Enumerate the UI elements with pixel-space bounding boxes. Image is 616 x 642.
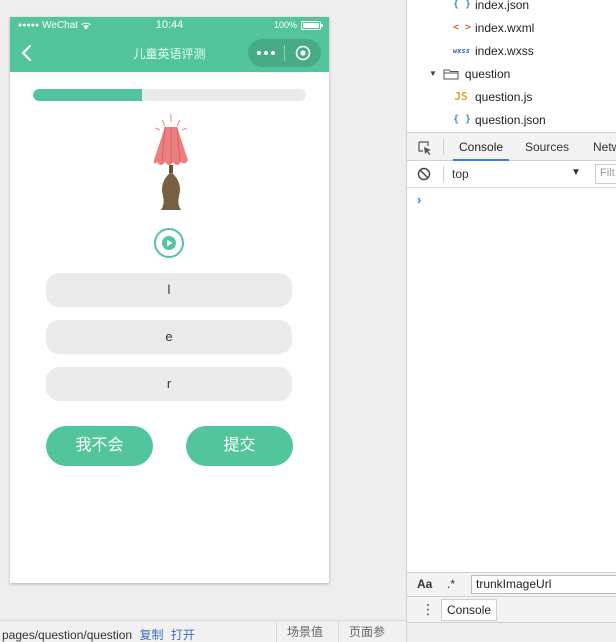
file-name: question.json: [475, 113, 546, 127]
toolbar-divider: [443, 166, 444, 182]
file-name: index.wxss: [475, 44, 534, 58]
context-selector[interactable]: top: [452, 167, 469, 181]
file-index-json[interactable]: { } index.json: [453, 0, 529, 15]
answer-option-2[interactable]: e: [46, 320, 292, 354]
dont-know-button[interactable]: 我不会: [46, 426, 153, 466]
panel-footer: [407, 622, 616, 642]
file-index-wxml[interactable]: < > index.wxml: [453, 18, 534, 38]
page-path: pages/question/question 复制 打开: [2, 626, 195, 642]
progress-fill: [33, 89, 143, 101]
copy-link[interactable]: 复制: [139, 628, 163, 642]
status-right: 100%: [273, 20, 323, 30]
tab-console[interactable]: Console: [453, 133, 510, 161]
drawer-bar: ⋮ Console: [407, 596, 616, 622]
console-prompt-icon[interactable]: ›: [417, 192, 421, 207]
answer-option-1[interactable]: l: [46, 273, 292, 307]
wxml-file-icon: < >: [453, 22, 472, 33]
match-case-toggle[interactable]: Aa: [417, 577, 432, 591]
tab-sources[interactable]: Sources: [519, 133, 575, 161]
devtools-panel: { } index.json < > index.wxml wxss index…: [406, 0, 616, 642]
status-bar: ●●●●● WeChat 10:44 100%: [10, 17, 329, 35]
battery-percent: 100%: [273, 20, 297, 30]
search-bar: Aa .* trunkImageUrl: [407, 572, 616, 596]
file-name: index.json: [475, 0, 530, 12]
file-question-json[interactable]: { } question.json: [453, 110, 546, 130]
folder-question[interactable]: ▼ question: [429, 64, 510, 84]
js-file-icon: JS: [454, 90, 468, 103]
page-params-tab[interactable]: 页面参数: [338, 621, 406, 642]
play-audio-icon[interactable]: [153, 227, 185, 259]
answer-option-3[interactable]: r: [46, 367, 292, 401]
filter-input[interactable]: Filt: [595, 164, 616, 184]
lamp-image: [153, 114, 188, 210]
regex-toggle[interactable]: .*: [447, 577, 455, 591]
nav-bar: 儿童英语评测: [10, 35, 329, 72]
mini-program-capsule: [248, 39, 321, 67]
wxss-file-icon: wxss: [453, 47, 470, 55]
file-name: index.wxml: [475, 21, 535, 35]
console-toolbar: top ▼ Filt: [407, 161, 616, 188]
dropdown-arrow-icon[interactable]: ▼: [571, 167, 581, 178]
drawer-tab-console[interactable]: Console: [441, 599, 498, 621]
file-index-wxss[interactable]: wxss index.wxss: [453, 41, 534, 61]
json-file-icon: { }: [453, 0, 472, 10]
folder-name: question: [464, 67, 511, 81]
clear-console-icon[interactable]: [417, 167, 431, 181]
file-name: question.js: [475, 90, 533, 104]
phone-header: ●●●●● WeChat 10:44 100% 儿童英语评测: [10, 17, 329, 72]
json-file-icon: { }: [453, 114, 472, 125]
phone-screen: ●●●●● WeChat 10:44 100% 儿童英语评测 l e r 我不会…: [10, 17, 329, 583]
file-question-js[interactable]: JS question.js: [453, 87, 532, 107]
open-link[interactable]: 打开: [171, 628, 195, 642]
search-input[interactable]: trunkImageUrl: [471, 575, 616, 594]
inspect-element-icon[interactable]: [417, 140, 433, 156]
more-dots-icon[interactable]: [248, 39, 284, 67]
simulator-area: ●●●●● WeChat 10:44 100% 儿童英语评测 l e r 我不会…: [0, 0, 406, 620]
simulator-footer: pages/question/question 复制 打开 场景值 页面参数: [0, 620, 406, 642]
submit-button[interactable]: 提交: [186, 426, 293, 466]
close-circle-icon[interactable]: [285, 39, 321, 67]
expand-triangle-icon[interactable]: ▼: [429, 64, 437, 84]
battery-icon: [301, 20, 323, 30]
progress-bar: [33, 89, 306, 101]
file-tree: { } index.json < > index.wxml wxss index…: [407, 0, 616, 132]
kebab-menu-icon[interactable]: ⋮: [421, 601, 435, 618]
scene-value-tab[interactable]: 场景值: [276, 621, 333, 642]
tab-network[interactable]: Netwo: [587, 133, 616, 161]
devtools-tabbar: Console Sources Netwo: [407, 132, 616, 161]
folder-icon: [443, 69, 459, 80]
page-path-text: pages/question/question: [2, 628, 133, 642]
tab-divider: [443, 139, 444, 155]
